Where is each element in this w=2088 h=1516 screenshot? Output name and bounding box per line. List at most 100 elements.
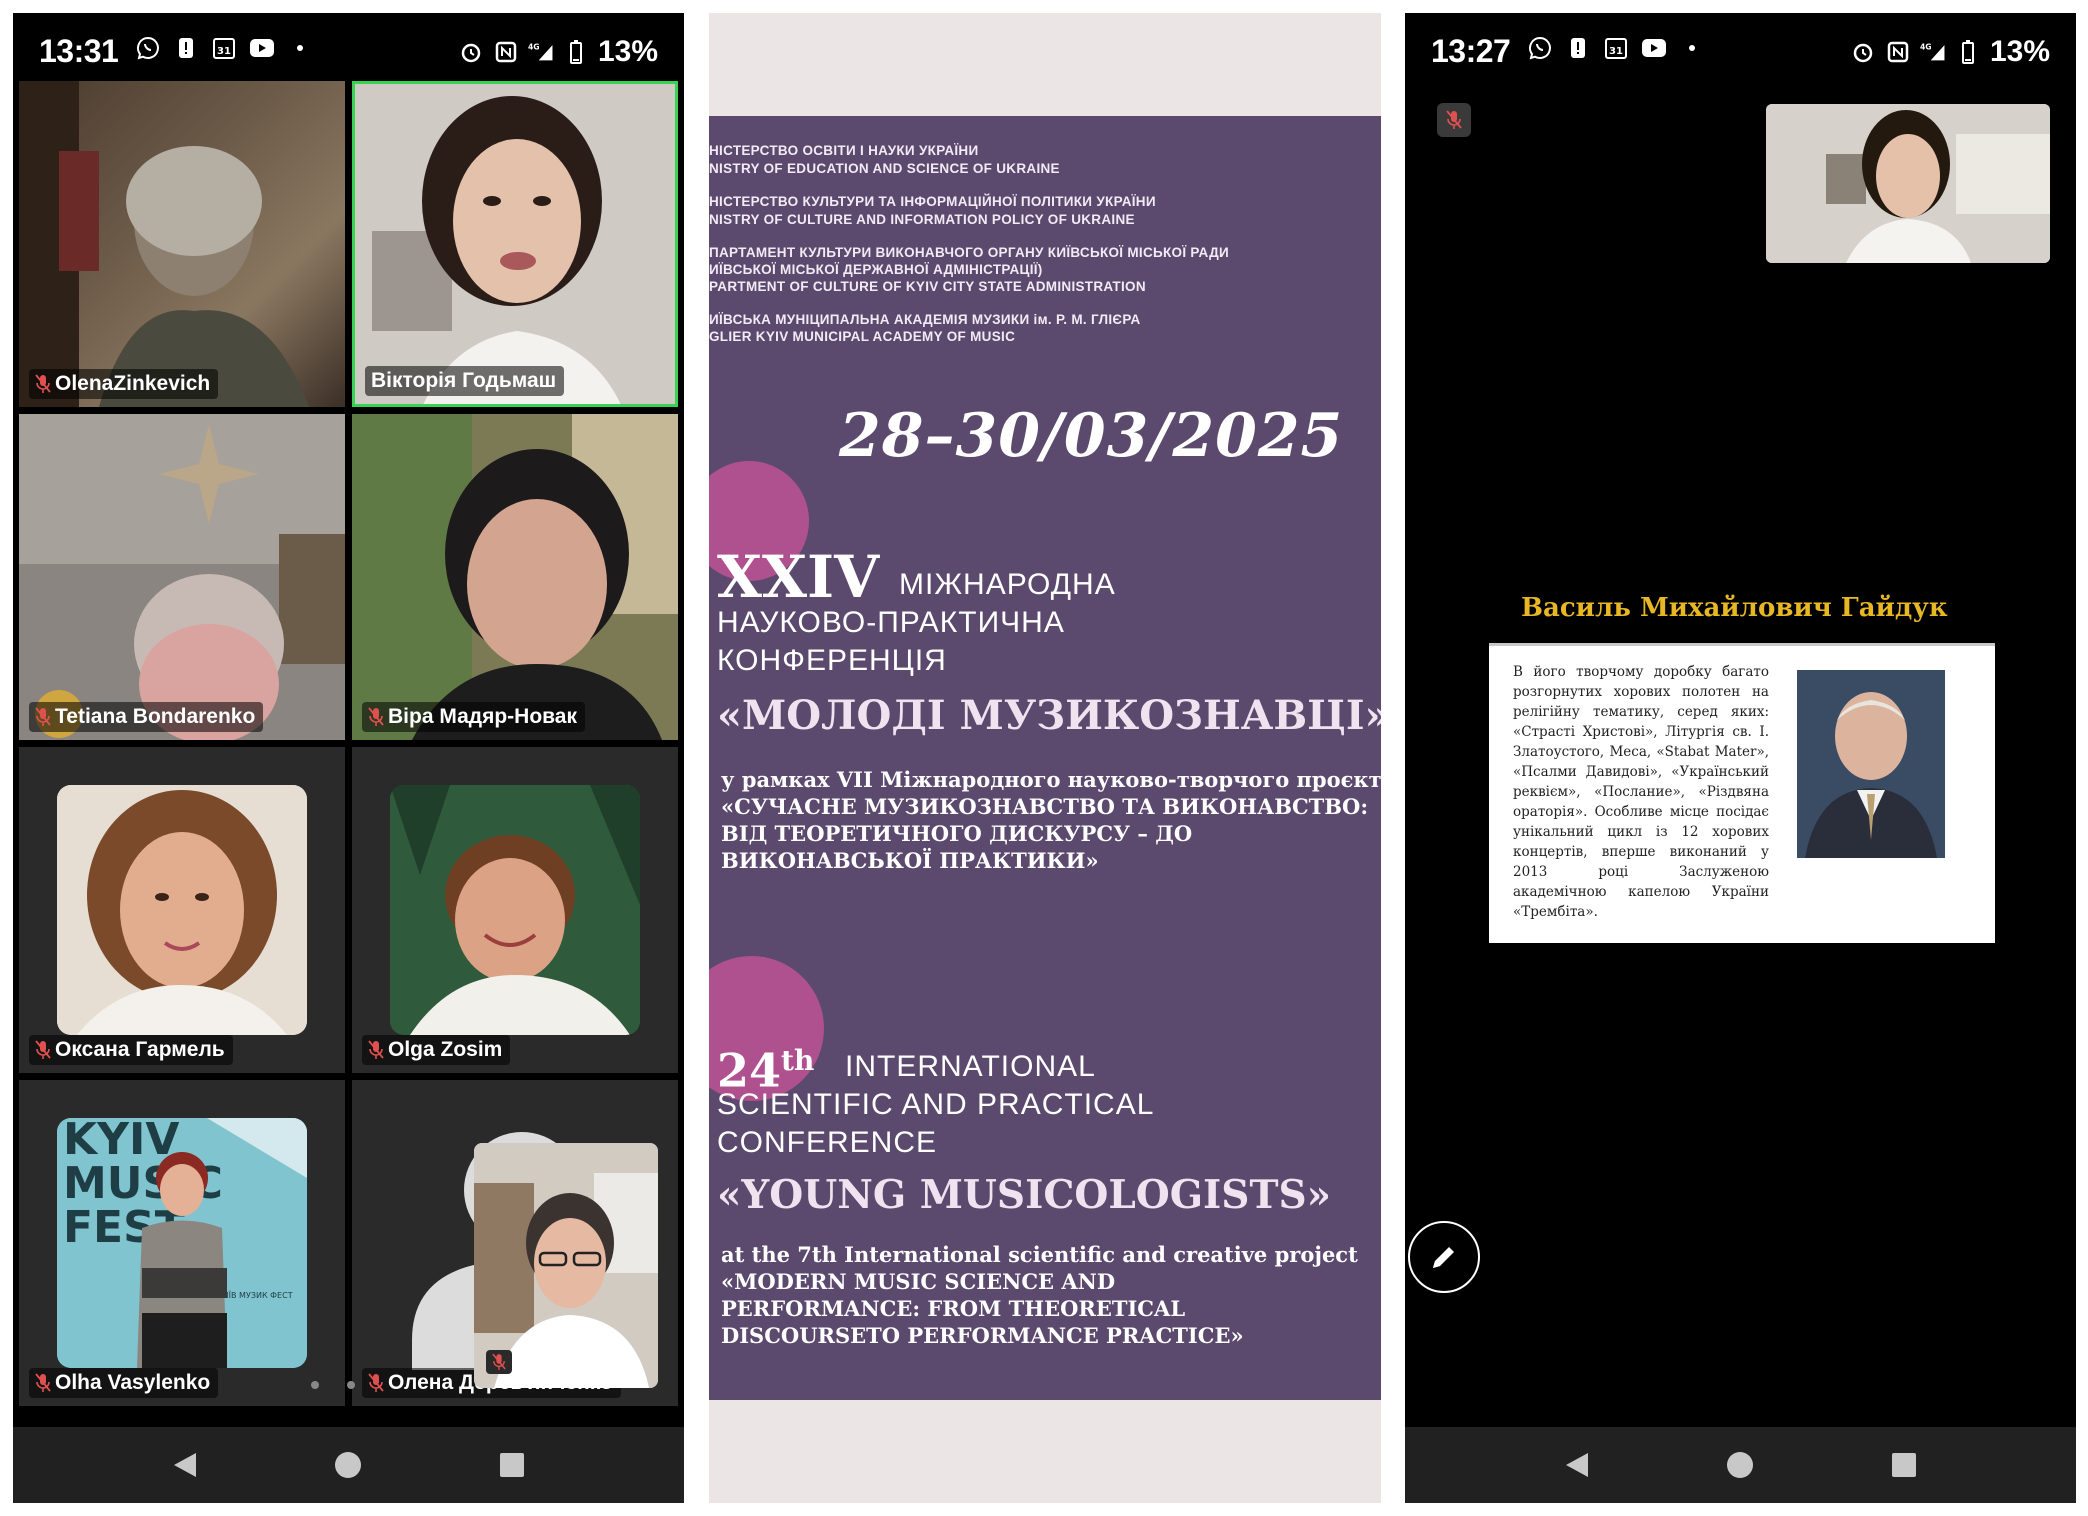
youtube-icon xyxy=(1641,35,1667,61)
navigation-bar xyxy=(1405,1427,2076,1503)
participant-tile[interactable]: Оксана Гармель xyxy=(19,747,345,1073)
mic-off-icon xyxy=(368,1373,384,1392)
right-phone-screen: 13:27 31 4G 13% Василь Михайлович Гайдук… xyxy=(1405,13,2076,1503)
mic-off-icon xyxy=(492,1353,506,1370)
mic-off-icon xyxy=(1446,110,1462,129)
battery-icon xyxy=(563,39,589,65)
mic-off-icon xyxy=(35,374,51,393)
participant-label: Olga Zosim xyxy=(388,1038,503,1061)
org-line: ПАРТАМЕНТ КУЛЬТУРИ ВИКОНАВЧОГО ОРГАНУ КИ… xyxy=(709,245,1230,260)
viber-icon xyxy=(135,35,161,61)
avatar xyxy=(390,785,640,1035)
participant-label: Вікторія Годьмаш xyxy=(371,369,557,392)
svg-text:31: 31 xyxy=(217,46,231,57)
participant-label: Olha Vasylenko xyxy=(55,1371,211,1394)
participant-name: Вікторія Годьмаш xyxy=(365,366,565,396)
youtube-icon xyxy=(249,35,275,61)
signal-icon: 4G xyxy=(528,39,554,65)
org-line: НІСТЕРСТВО ОСВІТИ І НАУКИ УКРАЇНИ xyxy=(709,143,979,158)
back-button[interactable] xyxy=(1557,1445,1597,1485)
participant-tile[interactable]: Віра Мадяр-Новак xyxy=(352,414,678,740)
home-icon xyxy=(1727,1452,1754,1478)
org-line: NISTRY OF EDUCATION AND SCIENCE OF UKRAI… xyxy=(709,161,1060,176)
org-line: PARTMENT OF CULTURE OF KYIV CITY STATE A… xyxy=(709,279,1146,294)
left-phone-screen: 13:31 31 4G 13% OlenaZinkevich Вікторія … xyxy=(13,13,684,1503)
participant-label: OlenaZinkevich xyxy=(55,372,211,395)
participant-name: Olga Zosim xyxy=(362,1035,511,1065)
notification-icons: 31 xyxy=(1527,35,1705,61)
alarm-icon xyxy=(1850,39,1876,65)
video-frame xyxy=(19,81,309,407)
page-indicator[interactable] xyxy=(311,1381,355,1389)
home-button[interactable] xyxy=(328,1445,368,1485)
back-icon xyxy=(1565,1453,1588,1477)
conference-poster-image: НІСТЕРСТВО ОСВІТИ І НАУКИ УКРАЇНИ NISTRY… xyxy=(709,13,1381,1503)
svg-text:4G: 4G xyxy=(528,43,540,52)
annotate-button[interactable] xyxy=(1408,1221,1480,1293)
svg-text:КИЇВ МУЗИК ФЕСТ: КИЇВ МУЗИК ФЕСТ xyxy=(217,1290,293,1300)
notification-icons: 31 xyxy=(135,35,313,61)
avatar-photo xyxy=(390,785,640,1035)
dot-icon xyxy=(1679,35,1705,61)
speaker-thumbnail[interactable] xyxy=(1766,104,2050,263)
en-project-line: «MODERN MUSIC SCIENCE AND xyxy=(721,1269,1116,1294)
slide-title: Василь Михайлович Гайдук xyxy=(1521,593,1948,623)
home-button[interactable] xyxy=(1720,1445,1760,1485)
recents-button[interactable] xyxy=(492,1445,532,1485)
mic-off-icon xyxy=(35,1040,51,1059)
participant-label: Віра Мадяр-Новак xyxy=(388,705,577,728)
floating-self-view[interactable] xyxy=(474,1143,658,1388)
mute-toggle-button[interactable] xyxy=(1437,103,1471,137)
mic-off-icon xyxy=(368,707,384,726)
ua-project-line: «СУЧАСНЕ МУЗИКОЗНАВСТВО ТА ВИКОНАВСТВО: xyxy=(721,794,1369,819)
ua-heading-line: МІЖНАРОДНА xyxy=(899,568,1116,601)
viber-icon xyxy=(1527,35,1553,61)
org-line: NISTRY OF CULTURE AND INFORMATION POLICY… xyxy=(709,212,1135,227)
system-icons: 4G 13% xyxy=(1850,35,2050,69)
svg-text:4G: 4G xyxy=(1920,43,1932,52)
avatar: KYIV MUSIC FEST КИЇВ МУЗИК ФЕСТ xyxy=(57,1118,307,1368)
participant-tile[interactable]: Olga Zosim xyxy=(352,747,678,1073)
ua-project-line: у рамках VII Міжнародного науково-творчо… xyxy=(721,767,1381,792)
en-project-line: PERFORMANCE: FROM THEORETICAL xyxy=(721,1296,1186,1321)
ua-conference-title: «МОЛОДІ МУЗИКОЗНАВЦІ» xyxy=(717,692,1381,739)
participant-tile-active[interactable]: Вікторія Годьмаш xyxy=(352,81,678,407)
dot-icon xyxy=(287,35,313,61)
poster: НІСТЕРСТВО ОСВІТИ І НАУКИ УКРАЇНИ NISTRY… xyxy=(709,116,1381,1400)
mic-off-icon xyxy=(35,1373,51,1392)
avatar xyxy=(57,785,307,1035)
en-heading-line: SCIENTIFIC AND PRACTICAL xyxy=(717,1088,1155,1121)
system-icons: 4G 13% xyxy=(458,35,658,69)
en-heading-line: INTERNATIONAL xyxy=(845,1050,1096,1083)
svg-text:31: 31 xyxy=(1609,46,1623,57)
recents-button[interactable] xyxy=(1884,1445,1924,1485)
mic-off-icon xyxy=(35,707,51,726)
video-frame xyxy=(1766,104,2050,263)
participant-tile[interactable]: KYIV MUSIC FEST КИЇВ МУЗИК ФЕСТ Olha Vas… xyxy=(19,1080,345,1406)
video-frame xyxy=(352,414,678,740)
page-dot xyxy=(311,1381,319,1389)
navigation-bar xyxy=(13,1427,684,1503)
participant-tile[interactable]: Tetiana Bondarenko xyxy=(19,414,345,740)
org-line: НІСТЕРСТВО КУЛЬТУРИ ТА ІНФОРМАЦІЙНОЇ ПОЛ… xyxy=(709,194,1156,209)
en-number-suffix: th xyxy=(781,1044,815,1077)
avatar-photo: KYIV MUSIC FEST КИЇВ МУЗИК ФЕСТ xyxy=(57,1118,307,1368)
page-dot xyxy=(347,1381,355,1389)
ua-project-line: ВИКОНАВСЬКОЇ ПРАКТИКИ» xyxy=(721,848,1099,873)
signal-icon: 4G xyxy=(1920,39,1946,65)
battery-icon xyxy=(1955,39,1981,65)
shared-slide: В його творчому доробку багато розгорнут… xyxy=(1489,643,1995,943)
org-line: ИЇВСЬКА МУНІЦИПАЛЬНА АКАДЕМІЯ МУЗИКИ ім.… xyxy=(709,312,1141,327)
participant-name: Віра Мадяр-Новак xyxy=(362,702,585,732)
alert-icon xyxy=(173,35,199,61)
calendar-icon: 31 xyxy=(1603,35,1629,61)
status-bar: 13:31 31 4G 13% xyxy=(13,13,684,91)
participant-tile[interactable]: OlenaZinkevich xyxy=(19,81,345,407)
participant-name: Olha Vasylenko xyxy=(29,1368,219,1398)
nfc-icon xyxy=(493,39,519,65)
mic-off-icon xyxy=(368,1040,384,1059)
org-line: GLIER KYIV MUNICIPAL ACADEMY OF MUSIC xyxy=(709,329,1016,344)
back-button[interactable] xyxy=(165,1445,205,1485)
conference-dates: 28–30/03/2025 xyxy=(839,401,1344,471)
participant-name: OlenaZinkevich xyxy=(29,369,219,399)
